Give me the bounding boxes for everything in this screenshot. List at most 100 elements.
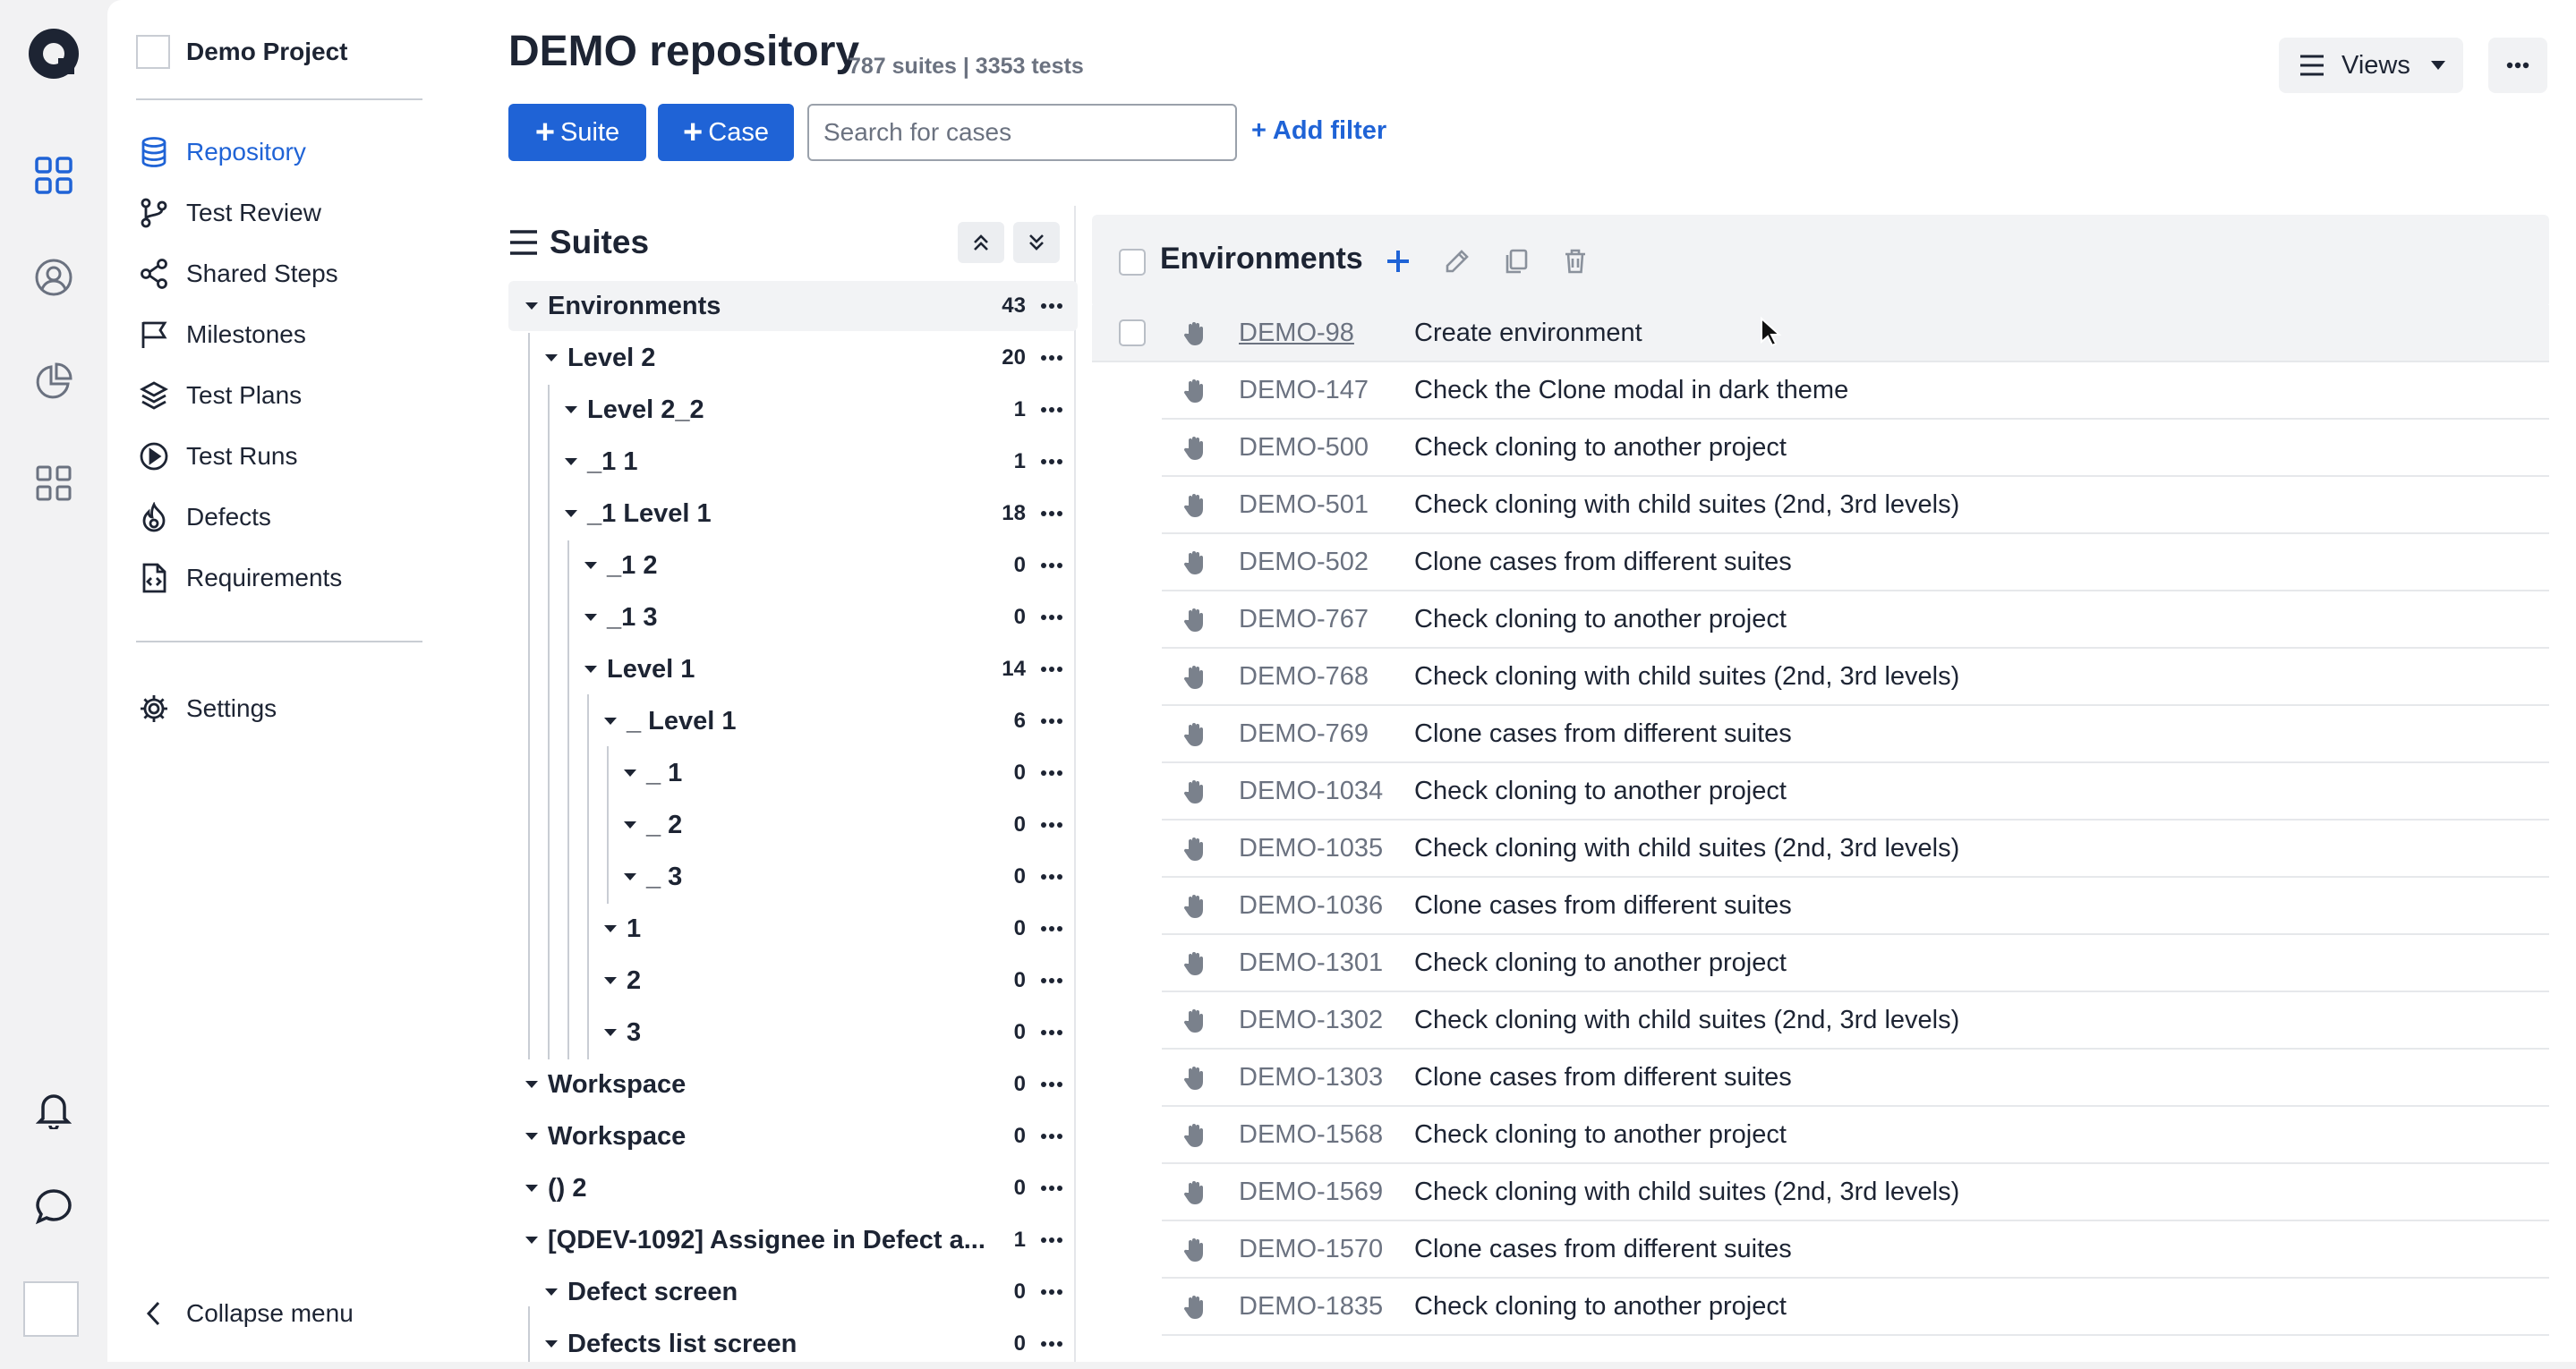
suite-menu-icon[interactable] [1040,956,1063,1006]
case-title[interactable]: Check cloning with child suites (2nd, 3r… [1414,821,1959,876]
case-id-link[interactable]: DEMO-1303 [1239,1050,1383,1105]
suite-row[interactable]: Level 1 14 [508,644,1078,694]
nav-item-requirements[interactable]: Requirements [136,557,342,599]
case-title[interactable]: Clone cases from different suites [1414,706,1792,761]
caret-down-icon[interactable] [619,852,641,902]
case-row[interactable]: DEMO-767 Check cloning to another projec… [1162,591,2549,649]
nav-item-repository[interactable]: Repository [136,131,306,174]
case-row[interactable]: DEMO-147 Check the Clone modal in dark t… [1162,362,2549,420]
add-case-icon[interactable] [1380,243,1416,279]
suite-menu-icon[interactable] [1040,333,1063,383]
suite-menu-icon[interactable] [1040,748,1063,798]
caret-down-icon[interactable] [521,1215,542,1265]
caret-down-icon[interactable] [560,489,582,539]
caret-down-icon[interactable] [580,592,601,642]
suite-row[interactable]: _ 1 0 [508,748,1078,798]
case-id-link[interactable]: DEMO-500 [1239,420,1369,475]
case-row[interactable]: DEMO-1568 Check cloning to another proje… [1162,1107,2549,1164]
case-row[interactable]: DEMO-1035 Check cloning with child suite… [1162,821,2549,878]
trash-icon[interactable] [1557,243,1593,279]
case-title[interactable]: Check cloning to another project [1414,763,1787,819]
suite-row[interactable]: 1 0 [508,904,1078,954]
suite-row[interactable]: _ 2 0 [508,800,1078,850]
case-title[interactable]: Check cloning with child suites (2nd, 3r… [1414,649,1959,704]
expand-all-button[interactable] [1013,222,1060,263]
suite-menu-icon[interactable] [1040,592,1063,642]
app-logo-icon[interactable] [27,27,81,81]
case-id-link[interactable]: DEMO-98 [1239,305,1354,361]
suite-menu-icon[interactable] [1040,1059,1063,1110]
case-id-link[interactable]: DEMO-502 [1239,534,1369,590]
suite-row[interactable]: 3 0 [508,1008,1078,1058]
nav-item-test-plans[interactable]: Test Plans [136,374,302,417]
add-suite-button[interactable]: + Suite [508,104,646,161]
project-header[interactable]: Demo Project [136,32,348,72]
suite-menu-icon[interactable] [1040,540,1063,591]
nav-item-defects[interactable]: Defects [136,496,271,539]
case-row[interactable]: DEMO-1835 Check cloning to another proje… [1162,1279,2549,1336]
caret-down-icon[interactable] [619,748,641,798]
suite-menu-icon[interactable] [1040,904,1063,954]
suite-row[interactable]: Level 2 20 [508,333,1078,383]
case-title[interactable]: Check cloning to another project [1414,935,1787,991]
caret-down-icon[interactable] [560,437,582,487]
case-title[interactable]: Check cloning with child suites (2nd, 3r… [1414,477,1959,532]
case-id-link[interactable]: DEMO-1302 [1239,992,1383,1048]
views-dropdown[interactable]: Views [2279,38,2463,93]
case-checkbox[interactable] [1119,319,1146,346]
chat-icon[interactable] [27,1179,81,1233]
suite-row[interactable]: _1 Level 1 18 [508,489,1078,539]
suite-menu-icon[interactable] [1040,489,1063,539]
caret-down-icon[interactable] [521,1163,542,1213]
case-title[interactable]: Check the Clone modal in dark theme [1414,362,1848,418]
add-filter-link[interactable]: + Add filter [1251,116,1386,146]
caret-down-icon[interactable] [521,1059,542,1110]
caret-down-icon[interactable] [600,956,621,1006]
suite-row[interactable]: _ Level 1 6 [508,696,1078,746]
suite-row[interactable]: Level 2_2 1 [508,385,1078,435]
case-id-link[interactable]: DEMO-768 [1239,649,1369,704]
suite-row[interactable]: () 2 0 [508,1163,1078,1213]
analytics-pie-icon[interactable] [27,354,81,408]
case-row[interactable]: DEMO-1301 Check cloning to another proje… [1162,935,2549,992]
case-row[interactable]: DEMO-1036 Clone cases from different sui… [1162,878,2549,935]
case-id-link[interactable]: DEMO-1034 [1239,763,1383,819]
case-id-link[interactable]: DEMO-501 [1239,477,1369,532]
case-row[interactable]: DEMO-1302 Check cloning with child suite… [1162,992,2549,1050]
caret-down-icon[interactable] [619,800,641,850]
collapse-all-button[interactable] [958,222,1004,263]
edit-pencil-icon[interactable] [1439,243,1475,279]
case-id-link[interactable]: DEMO-1301 [1239,935,1383,991]
suite-menu-icon[interactable] [1040,1111,1063,1161]
caret-down-icon[interactable] [580,540,601,591]
suite-menu-icon[interactable] [1040,800,1063,850]
case-title[interactable]: Check cloning to another project [1414,1279,1787,1334]
case-title[interactable]: Check cloning with child suites (2nd, 3r… [1414,1164,1959,1220]
suite-row[interactable]: Workspace 0 [508,1059,1078,1110]
nav-item-test-runs[interactable]: Test Runs [136,435,298,478]
case-row[interactable]: DEMO-1569 Check cloning with child suite… [1162,1164,2549,1221]
case-title[interactable]: Clone cases from different suites [1414,1050,1792,1105]
suite-menu-icon[interactable] [1040,281,1063,331]
case-title[interactable]: Check cloning with child suites (2nd, 3r… [1414,992,1959,1048]
suite-menu-icon[interactable] [1040,437,1063,487]
case-title[interactable]: Check cloning to another project [1414,1107,1787,1162]
caret-down-icon[interactable] [560,385,582,435]
nav-item-test-review[interactable]: Test Review [136,191,321,234]
case-id-link[interactable]: DEMO-767 [1239,591,1369,647]
caret-down-icon[interactable] [541,1267,562,1317]
case-row[interactable]: DEMO-1303 Clone cases from different sui… [1162,1050,2549,1107]
copy-icon[interactable] [1498,243,1534,279]
nav-item-milestones[interactable]: Milestones [136,313,306,356]
add-case-button[interactable]: + Case [658,104,794,161]
apps-icon[interactable] [27,456,81,510]
bell-icon[interactable] [27,1083,81,1136]
suite-row[interactable]: Defect screen 0 [508,1267,1078,1317]
suite-row[interactable]: _1 3 0 [508,592,1078,642]
suite-menu-icon[interactable] [1040,385,1063,435]
suite-row[interactable]: 2 0 [508,956,1078,1006]
suite-row[interactable]: Workspace 0 [508,1111,1078,1161]
more-options-button[interactable] [2488,38,2547,93]
caret-down-icon[interactable] [580,644,601,694]
case-id-link[interactable]: DEMO-1835 [1239,1279,1383,1334]
